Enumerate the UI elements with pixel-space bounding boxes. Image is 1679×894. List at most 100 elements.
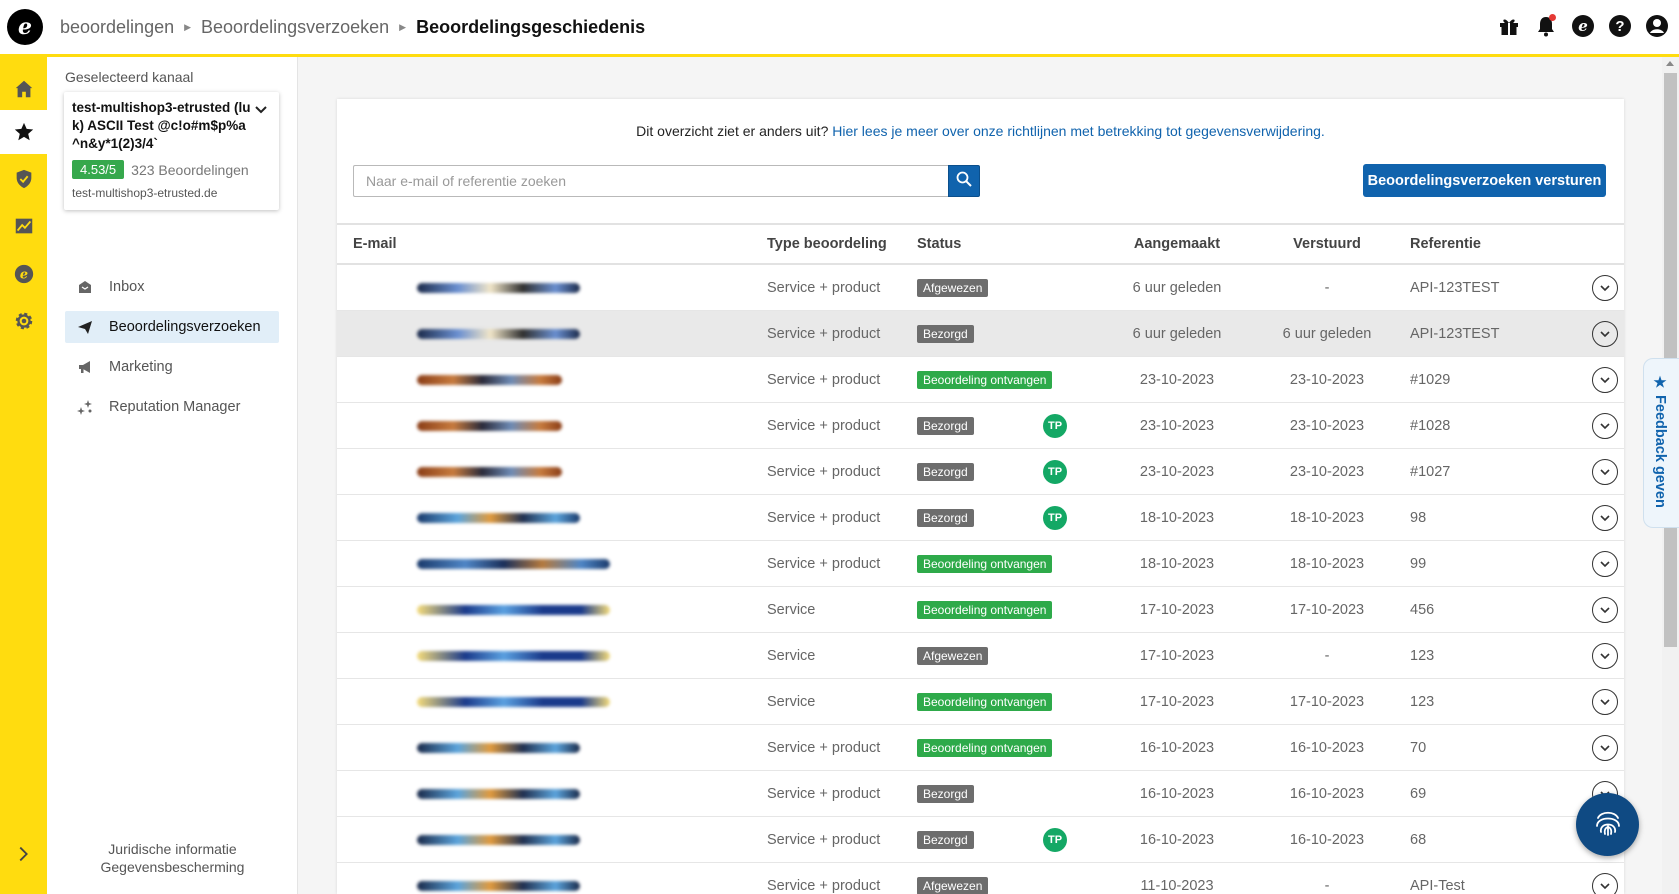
table-row[interactable]: Service + product Bezorgd 16-10-2023 16-… <box>337 770 1624 817</box>
sidebar-nav: Inbox Beoordelingsverzoeken Marketing Re… <box>65 271 279 431</box>
review-type-cell: Service + product <box>767 494 917 541</box>
status-badge: Beoordeling ontvangen <box>917 600 1053 619</box>
created-cell: 17-10-2023 <box>1102 586 1252 633</box>
expand-row-button[interactable] <box>1592 458 1618 485</box>
sidebar-item-label: Inbox <box>109 279 145 295</box>
sparkles-icon <box>75 397 95 417</box>
etrusted-icon[interactable]: e <box>0 252 47 296</box>
status-badge: Bezorgd <box>917 462 974 481</box>
expand-row-button[interactable] <box>1592 320 1618 347</box>
home-icon[interactable] <box>0 67 47 111</box>
chevron-down-icon[interactable] <box>253 102 269 123</box>
table-row[interactable]: Service + product Afgewezen 6 uur gelede… <box>337 264 1624 311</box>
review-history-card: Dit overzicht ziet er anders uit? Hier l… <box>337 99 1624 894</box>
reference-cell: 123 <box>1402 632 1592 679</box>
email-cell <box>337 862 767 894</box>
chevron-down-icon <box>1600 468 1610 475</box>
table-row[interactable]: Service + product Beoordeling ontvangen … <box>337 540 1624 587</box>
channel-selector[interactable]: test-multishop3-etrusted (luk) ASCII Tes… <box>64 92 279 210</box>
data-deletion-link[interactable]: Hier lees je meer over onze richtlijnen … <box>832 123 1325 139</box>
column-header-reference[interactable]: Referentie <box>1402 223 1592 265</box>
table-row[interactable]: Service Beoordeling ontvangen 17-10-2023… <box>337 586 1624 633</box>
breadcrumb-reviews[interactable]: beoordelingen <box>60 17 174 38</box>
table-row[interactable]: Service Afgewezen 17-10-2023 - 123 <box>337 632 1624 679</box>
email-cell <box>337 494 767 541</box>
sidebar-item-marketing[interactable]: Marketing <box>65 351 279 383</box>
account-icon[interactable] <box>1645 14 1669 38</box>
help-icon[interactable]: ? <box>1608 14 1632 38</box>
expand-row-button[interactable] <box>1592 550 1618 577</box>
column-header-sent[interactable]: Verstuurd <box>1252 223 1402 265</box>
review-requests-table: E-mail Type beoordeling Status Aangemaak… <box>337 223 1624 894</box>
expand-row-button[interactable] <box>1592 274 1618 301</box>
shield-check-icon[interactable] <box>0 157 47 201</box>
created-cell: 11-10-2023 <box>1102 862 1252 894</box>
search-input[interactable] <box>353 165 948 197</box>
column-header-email[interactable]: E-mail <box>337 223 767 265</box>
email-cell <box>337 448 767 495</box>
redacted-email <box>417 558 610 569</box>
etrusted-logo[interactable]: e <box>7 9 43 45</box>
feedback-label: ★ Feedback geven <box>1652 375 1668 508</box>
expand-row-button[interactable] <box>1592 734 1618 761</box>
expand-row-button[interactable] <box>1592 412 1618 439</box>
gear-icon[interactable] <box>0 299 47 343</box>
gift-icon[interactable] <box>1497 14 1521 38</box>
email-cell <box>337 632 767 679</box>
expand-row-button[interactable] <box>1592 688 1618 715</box>
table-row[interactable]: Service + product Bezorgd TP 23-10-2023 … <box>337 402 1624 449</box>
table-row[interactable]: Service + product Bezorgd TP 16-10-2023 … <box>337 816 1624 863</box>
fingerprint-button[interactable] <box>1576 793 1639 856</box>
breadcrumb-review-requests[interactable]: Beoordelingsverzoeken <box>201 17 389 38</box>
redacted-email <box>417 604 610 615</box>
sent-cell: 23-10-2023 <box>1252 448 1402 495</box>
table-row[interactable]: Service + product Beoordeling ontvangen … <box>337 356 1624 403</box>
review-type-cell: Service + product <box>767 724 917 771</box>
reference-cell: API-Test <box>1402 862 1592 894</box>
chevron-down-icon <box>1600 422 1610 429</box>
sidebar-item-review-requests[interactable]: Beoordelingsverzoeken <box>65 311 279 343</box>
send-review-requests-button[interactable]: Beoordelingsverzoeken versturen <box>1363 164 1606 197</box>
created-cell: 23-10-2023 <box>1102 448 1252 495</box>
email-cell <box>337 724 767 771</box>
sidebar-item-reputation-manager[interactable]: Reputation Manager <box>65 391 279 423</box>
sent-cell: 16-10-2023 <box>1252 770 1402 817</box>
sidebar-item-inbox[interactable]: Inbox <box>65 271 279 303</box>
feedback-tab[interactable]: ★ Feedback geven <box>1643 358 1679 528</box>
legal-info-link[interactable]: Juridische informatie <box>47 840 298 858</box>
chevron-down-icon <box>1600 284 1610 291</box>
table-row[interactable]: Service + product Bezorgd TP 23-10-2023 … <box>337 448 1624 495</box>
column-header-type[interactable]: Type beoordeling <box>767 223 917 265</box>
search-button[interactable] <box>948 165 980 197</box>
privacy-link[interactable]: Gegevensbescherming <box>47 858 298 876</box>
bell-icon[interactable] <box>1534 14 1558 38</box>
table-row[interactable]: Service + product Bezorgd 6 uur geleden … <box>337 310 1624 357</box>
chevron-down-icon <box>1600 514 1610 521</box>
review-count: 323 Beoordelingen <box>131 161 249 178</box>
table-row[interactable]: Service + product Afgewezen 11-10-2023 -… <box>337 862 1624 894</box>
scroll-up-icon[interactable] <box>1666 61 1674 66</box>
expand-row-button[interactable] <box>1592 596 1618 623</box>
created-cell: 17-10-2023 <box>1102 678 1252 725</box>
chevron-down-icon <box>1600 882 1610 889</box>
table-row[interactable]: Service + product Bezorgd TP 18-10-2023 … <box>337 494 1624 541</box>
redacted-email <box>417 282 580 293</box>
expand-row-button[interactable] <box>1592 366 1618 393</box>
expand-rail-icon[interactable] <box>12 843 34 870</box>
etrusted-icon[interactable]: e <box>1571 14 1595 38</box>
breadcrumb-separator-icon: ▶ <box>184 21 192 32</box>
expand-row-button[interactable] <box>1592 872 1618 894</box>
table-row[interactable]: Service + product Beoordeling ontvangen … <box>337 724 1624 771</box>
expand-row-button[interactable] <box>1592 642 1618 669</box>
column-header-status[interactable]: Status <box>917 223 1102 265</box>
status-badge: Beoordeling ontvangen <box>917 554 1053 573</box>
chart-icon[interactable] <box>0 204 47 248</box>
channel-name: test-multishop3-etrusted (luk) ASCII Tes… <box>72 100 251 151</box>
redacted-email <box>417 696 610 707</box>
table-row[interactable]: Service Beoordeling ontvangen 17-10-2023… <box>337 678 1624 725</box>
column-header-created[interactable]: Aangemaakt <box>1102 223 1252 265</box>
channel-url: test-multishop3-etrusted.de <box>72 186 218 200</box>
star-icon[interactable] <box>0 110 47 154</box>
expand-row-button[interactable] <box>1592 504 1618 531</box>
redacted-email <box>417 834 580 845</box>
